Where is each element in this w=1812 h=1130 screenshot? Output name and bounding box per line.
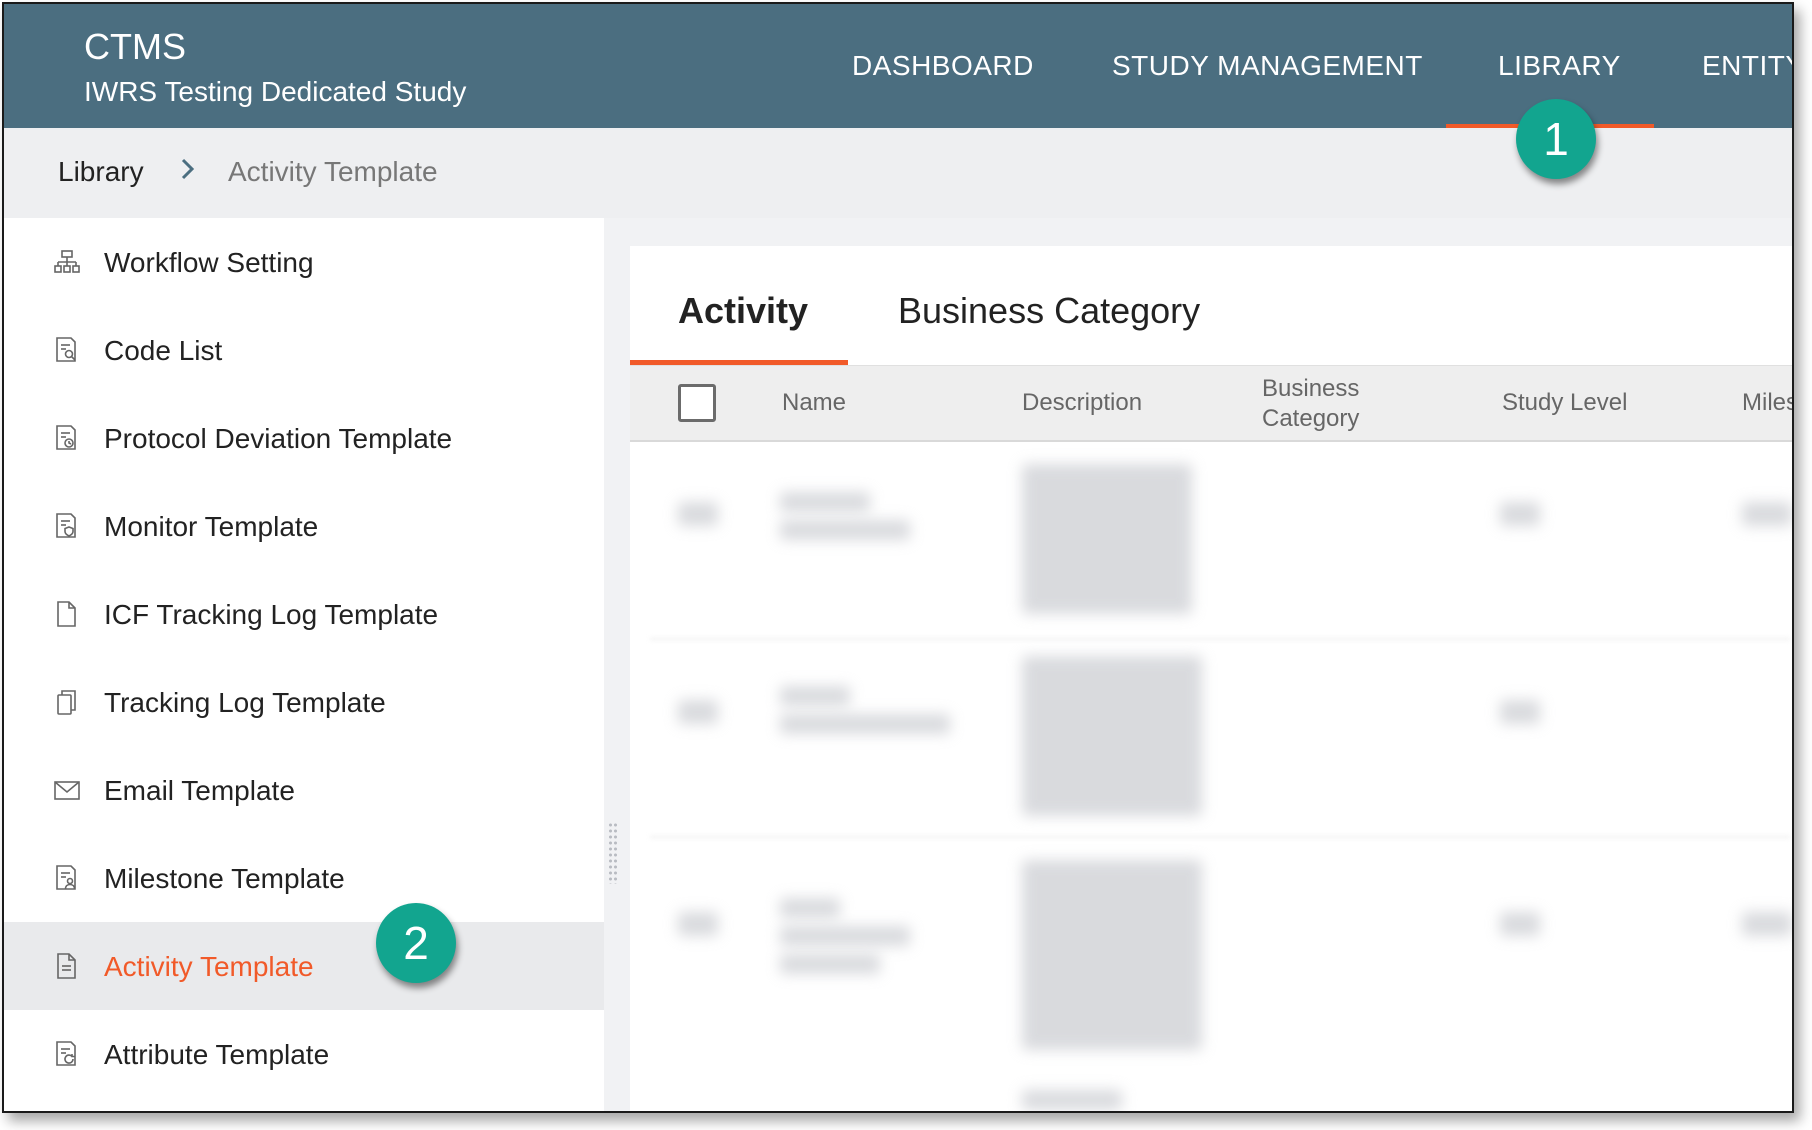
sidebar-item-label: Attribute Template <box>104 1039 330 1070</box>
document-person-icon <box>54 864 80 892</box>
nav-entity[interactable]: ENTITY <box>1702 50 1792 82</box>
sidebar-item-label: Monitor Template <box>104 511 319 542</box>
sidebar-item-monitor-template[interactable]: Monitor Template <box>4 482 604 570</box>
main-panel: Activity Business Category Name Descript… <box>630 246 1792 1111</box>
study-name: IWRS Testing Dedicated Study <box>84 76 467 107</box>
column-header-description[interactable]: Description <box>1022 388 1142 418</box>
sidebar-item-workflow-setting[interactable]: Workflow Setting <box>4 218 604 306</box>
sidebar-item-email-template[interactable]: Email Template <box>4 746 604 834</box>
breadcrumb-current: Activity Template <box>228 156 438 187</box>
sidebar-item-attribute-template[interactable]: Attribute Template <box>4 1010 604 1098</box>
column-header-milestone[interactable]: Miles <box>1742 388 1792 418</box>
sidebar-item-label: Code List <box>104 335 223 366</box>
sidebar-item-protocol-deviation-template[interactable]: Protocol Deviation Template <box>4 394 604 482</box>
document-shield-icon <box>54 512 80 540</box>
breadcrumb-library[interactable]: Library <box>58 156 144 188</box>
chevron-right-icon <box>178 152 198 194</box>
app-window: CTMS IWRS Testing Dedicated Study DASHBO… <box>2 2 1794 1113</box>
annotation-badge-1: 1 <box>1516 99 1596 179</box>
sidebar: Workflow Setting Code List Protocol Devi… <box>4 218 604 1111</box>
sidebar-item-code-list[interactable]: Code List <box>4 306 604 394</box>
copy-icon <box>54 688 80 716</box>
sidebar-item-label: Protocol Deviation Template <box>104 423 453 454</box>
sidebar-item-activity-template[interactable]: Activity Template <box>4 922 604 1010</box>
sidebar-item-label: Activity Template <box>104 951 314 982</box>
workflow-icon <box>54 248 80 276</box>
document-clock-icon <box>54 424 80 452</box>
sidebar-resize-handle[interactable] <box>608 822 618 884</box>
top-header: CTMS IWRS Testing Dedicated Study DASHBO… <box>4 4 1792 129</box>
nav-dashboard[interactable]: DASHBOARD <box>852 50 1034 82</box>
sidebar-item-tracking-log-template[interactable]: Tracking Log Template <box>4 658 604 746</box>
sidebar-item-icf-tracking-log-template[interactable]: ICF Tracking Log Template <box>4 570 604 658</box>
tab-business-category[interactable]: Business Category <box>898 290 1200 332</box>
envelope-icon <box>54 776 80 804</box>
file-icon <box>54 600 80 628</box>
column-header-name[interactable]: Name <box>782 388 846 418</box>
column-header-business[interactable]: Business <box>1262 374 1359 404</box>
document-icon <box>54 952 80 980</box>
sidebar-item-label: Milestone Template <box>104 863 345 894</box>
column-header-study-level[interactable]: Study Level <box>1502 388 1627 418</box>
table-header: Name Description Business Category Study… <box>630 366 1792 442</box>
document-search-icon <box>54 336 80 364</box>
sidebar-item-label: Tracking Log Template <box>104 687 386 718</box>
annotation-badge-2: 2 <box>376 903 456 983</box>
sidebar-item-label: Workflow Setting <box>104 247 314 278</box>
select-all-checkbox[interactable] <box>678 384 716 422</box>
column-header-category[interactable]: Category <box>1262 404 1359 434</box>
tab-activity[interactable]: Activity <box>678 290 808 332</box>
app-title: CTMS <box>84 26 186 67</box>
nav-study-management[interactable]: STUDY MANAGEMENT <box>1112 50 1423 82</box>
table-body-blurred <box>630 442 1792 1111</box>
sidebar-item-label: ICF Tracking Log Template <box>104 599 439 630</box>
document-refresh-icon <box>54 1040 80 1068</box>
sidebar-item-label: Email Template <box>104 775 295 806</box>
nav-library[interactable]: LIBRARY <box>1498 50 1621 82</box>
sidebar-item-milestone-template[interactable]: Milestone Template <box>4 834 604 922</box>
